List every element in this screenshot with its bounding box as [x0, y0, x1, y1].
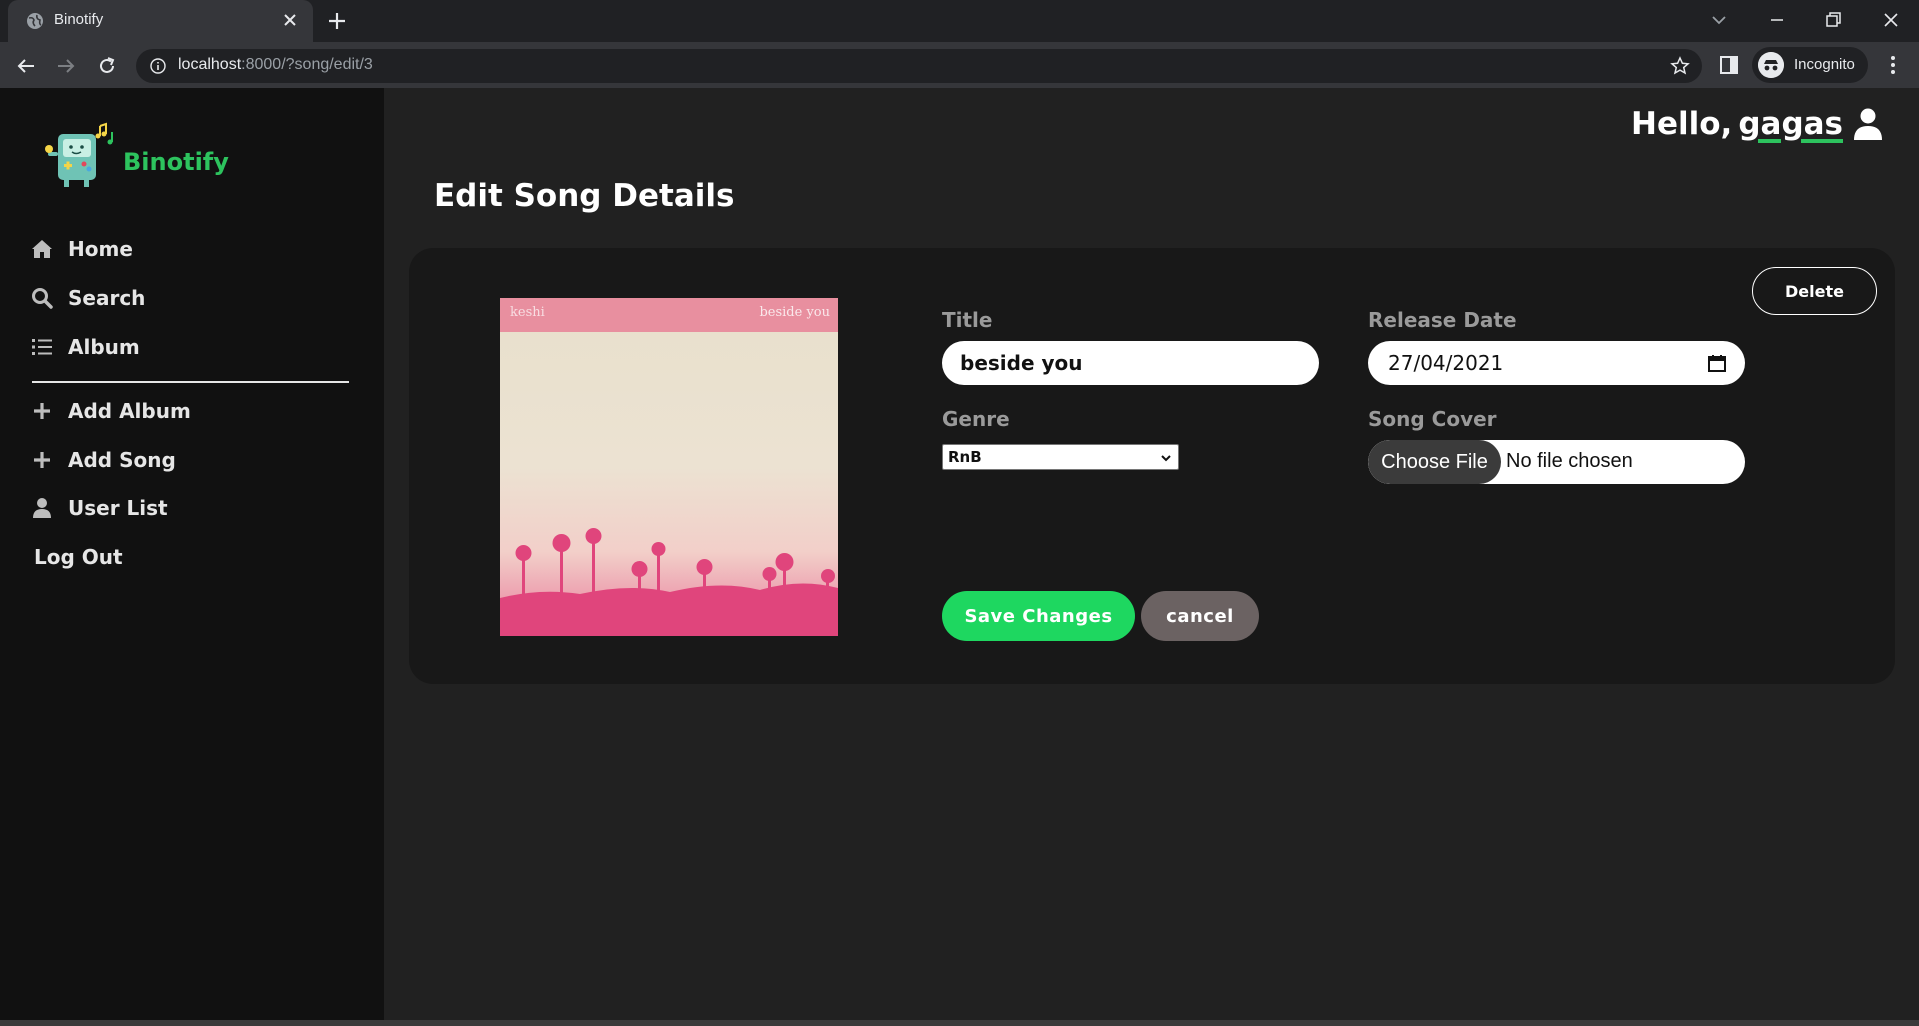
release-date-input[interactable]: 27/04/2021 [1368, 341, 1745, 385]
sidebar-divider [32, 381, 349, 383]
user-greeting: Hello, gagas [1631, 106, 1883, 142]
incognito-badge[interactable]: Incognito [1752, 47, 1868, 83]
user-icon [33, 498, 51, 518]
nav-label: User List [68, 496, 168, 520]
restore-icon[interactable] [1822, 9, 1844, 31]
plus-icon [34, 403, 50, 419]
home-icon [32, 240, 52, 258]
browser-tab[interactable]: Binotify [8, 0, 313, 42]
genre-label: Genre [942, 407, 1010, 431]
app-logo[interactable]: Binotify [44, 122, 229, 194]
plus-icon[interactable] [326, 10, 348, 32]
nav-label: Log Out [34, 545, 123, 569]
brand-name: Binotify [123, 148, 229, 176]
bottom-edge [0, 1020, 1919, 1026]
calendar-icon[interactable] [1707, 353, 1727, 373]
globe-icon [27, 13, 43, 29]
release-date-label: Release Date [1368, 308, 1517, 332]
cancel-button[interactable]: cancel [1141, 591, 1259, 641]
nav-item-add-song[interactable]: Add Song [30, 445, 176, 475]
genre-select[interactable]: RnB [942, 444, 1179, 470]
user-icon[interactable] [1853, 108, 1883, 140]
side-panel-icon[interactable] [1718, 54, 1740, 76]
song-cover-file-input[interactable]: Choose File No file chosen [1368, 440, 1745, 484]
app-page: Binotify Home Search Album Add Album Add… [0, 88, 1919, 1026]
nav-label: Home [68, 237, 133, 261]
album-art [500, 298, 838, 636]
nav-item-home[interactable]: Home [30, 234, 133, 264]
username-link[interactable]: gagas [1738, 106, 1843, 142]
nav-item-album[interactable]: Album [30, 332, 140, 362]
release-date-value: 27/04/2021 [1388, 351, 1504, 375]
browser-tab-bar: Binotify [0, 0, 1919, 42]
plus-icon [34, 452, 50, 468]
song-cover-image: keshi beside you [500, 298, 838, 636]
browser-toolbar: localhost:8000/?song/edit/3 Incognito [0, 42, 1919, 88]
kebab-menu-icon[interactable] [1882, 54, 1904, 76]
edit-song-card: Delete keshi beside you Title beside you… [409, 248, 1895, 684]
nav-item-logout[interactable]: Log Out [34, 542, 123, 572]
nav-label: Search [68, 286, 146, 310]
choose-file-button[interactable]: Choose File [1368, 440, 1501, 484]
song-cover-label: Song Cover [1368, 407, 1497, 431]
search-icon [32, 288, 53, 309]
nav-label: Add Song [68, 448, 176, 472]
forward-arrow-icon[interactable] [54, 54, 78, 78]
close-icon[interactable] [281, 11, 299, 29]
nav-label: Album [68, 335, 140, 359]
delete-button[interactable]: Delete [1752, 267, 1877, 315]
genre-selected-value: RnB [948, 448, 982, 466]
nav-item-user-list[interactable]: User List [30, 493, 168, 523]
nav-item-add-album[interactable]: Add Album [30, 396, 191, 426]
tab-title: Binotify [54, 11, 104, 28]
chevron-down-icon [1161, 455, 1171, 462]
nav-label: Add Album [68, 399, 191, 423]
reload-icon[interactable] [95, 54, 119, 78]
title-label: Title [942, 308, 993, 332]
url-text: localhost:8000/?song/edit/3 [178, 56, 373, 73]
title-input[interactable] [942, 341, 1319, 385]
page-title: Edit Song Details [434, 178, 735, 214]
greeting-text: Hello, [1631, 106, 1733, 142]
incognito-icon [1758, 52, 1784, 78]
incognito-label: Incognito [1794, 56, 1855, 73]
window-close-icon[interactable] [1880, 9, 1902, 31]
nav-item-search[interactable]: Search [30, 283, 145, 313]
sidebar: Binotify Home Search Album Add Album Add… [0, 88, 384, 1020]
cover-artist-text: keshi [510, 305, 545, 320]
star-icon[interactable] [1670, 56, 1690, 76]
cover-title-text: beside you [759, 305, 830, 320]
bmo-mascot-icon [45, 122, 113, 187]
file-status-text: No file chosen [1506, 450, 1633, 472]
tab-search-chevron-icon[interactable] [1708, 9, 1730, 31]
list-icon [32, 339, 52, 355]
back-arrow-icon[interactable] [14, 54, 38, 78]
info-icon[interactable] [150, 58, 166, 74]
minimize-icon[interactable] [1766, 9, 1788, 31]
address-bar[interactable]: localhost:8000/?song/edit/3 [136, 49, 1702, 83]
save-changes-button[interactable]: Save Changes [942, 591, 1135, 641]
